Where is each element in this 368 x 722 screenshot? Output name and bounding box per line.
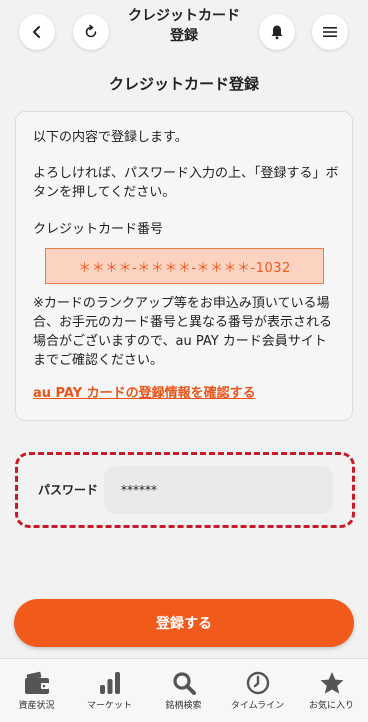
bell-icon	[271, 25, 283, 40]
notification-button[interactable]	[259, 14, 295, 50]
nav-item-search[interactable]: 銘柄検索	[147, 659, 220, 722]
bottom-nav: 資産状況 マーケット 銘柄検索 タイムライン お気に入り	[0, 658, 368, 722]
confirmation-card: 以下の内容で登録します。 よろしければ、パスワード入力の上、「登録する」ボタンを…	[15, 111, 353, 421]
card-number-value: ＊＊＊＊-＊＊＊＊-＊＊＊＊-1032	[45, 248, 324, 284]
nav-label-favorites: お気に入り	[308, 701, 354, 711]
password-label: パスワード	[38, 483, 99, 497]
menu-button[interactable]	[312, 14, 348, 50]
app-header: クレジットカード 登録	[0, 0, 368, 62]
star-icon	[320, 672, 343, 694]
card-info-link[interactable]: au PAY カードの登録情報を確認する	[33, 384, 256, 403]
card-number-label: クレジットカード番号	[33, 222, 164, 237]
password-input[interactable]	[104, 466, 333, 514]
chevron-left-icon	[33, 26, 40, 38]
wallet-icon	[24, 671, 49, 694]
nav-item-favorites[interactable]: お気に入り	[295, 659, 368, 722]
notice-text: ※カードのランクアップ等をお申込み頂いている場合、お手元のカード番号と異なる番号…	[33, 296, 333, 368]
nav-label-market: マーケット	[86, 701, 132, 711]
back-button[interactable]	[19, 14, 55, 50]
nav-label-search: 銘柄検索	[165, 701, 202, 711]
search-icon	[172, 672, 196, 695]
bar-chart-icon	[99, 672, 120, 694]
register-button[interactable]: 登録する	[14, 599, 354, 647]
instruction-text: よろしければ、パスワード入力の上、「登録する」ボタンを押してください。	[33, 166, 339, 200]
hamburger-menu-icon	[323, 27, 337, 37]
reload-button[interactable]	[73, 14, 109, 50]
page-title: クレジットカード登録	[108, 75, 259, 93]
nav-item-market[interactable]: マーケット	[73, 659, 146, 722]
nav-label-timeline: タイムライン	[230, 701, 285, 711]
intro-text: 以下の内容で登録します。	[33, 130, 188, 145]
nav-label-assets: 資産状況	[18, 701, 55, 711]
header-title: クレジットカード 登録	[128, 8, 240, 44]
nav-item-timeline[interactable]: タイムライン	[221, 659, 294, 722]
clock-icon	[246, 671, 269, 695]
reload-icon	[85, 24, 97, 38]
nav-item-assets[interactable]: 資産状況	[0, 659, 73, 722]
